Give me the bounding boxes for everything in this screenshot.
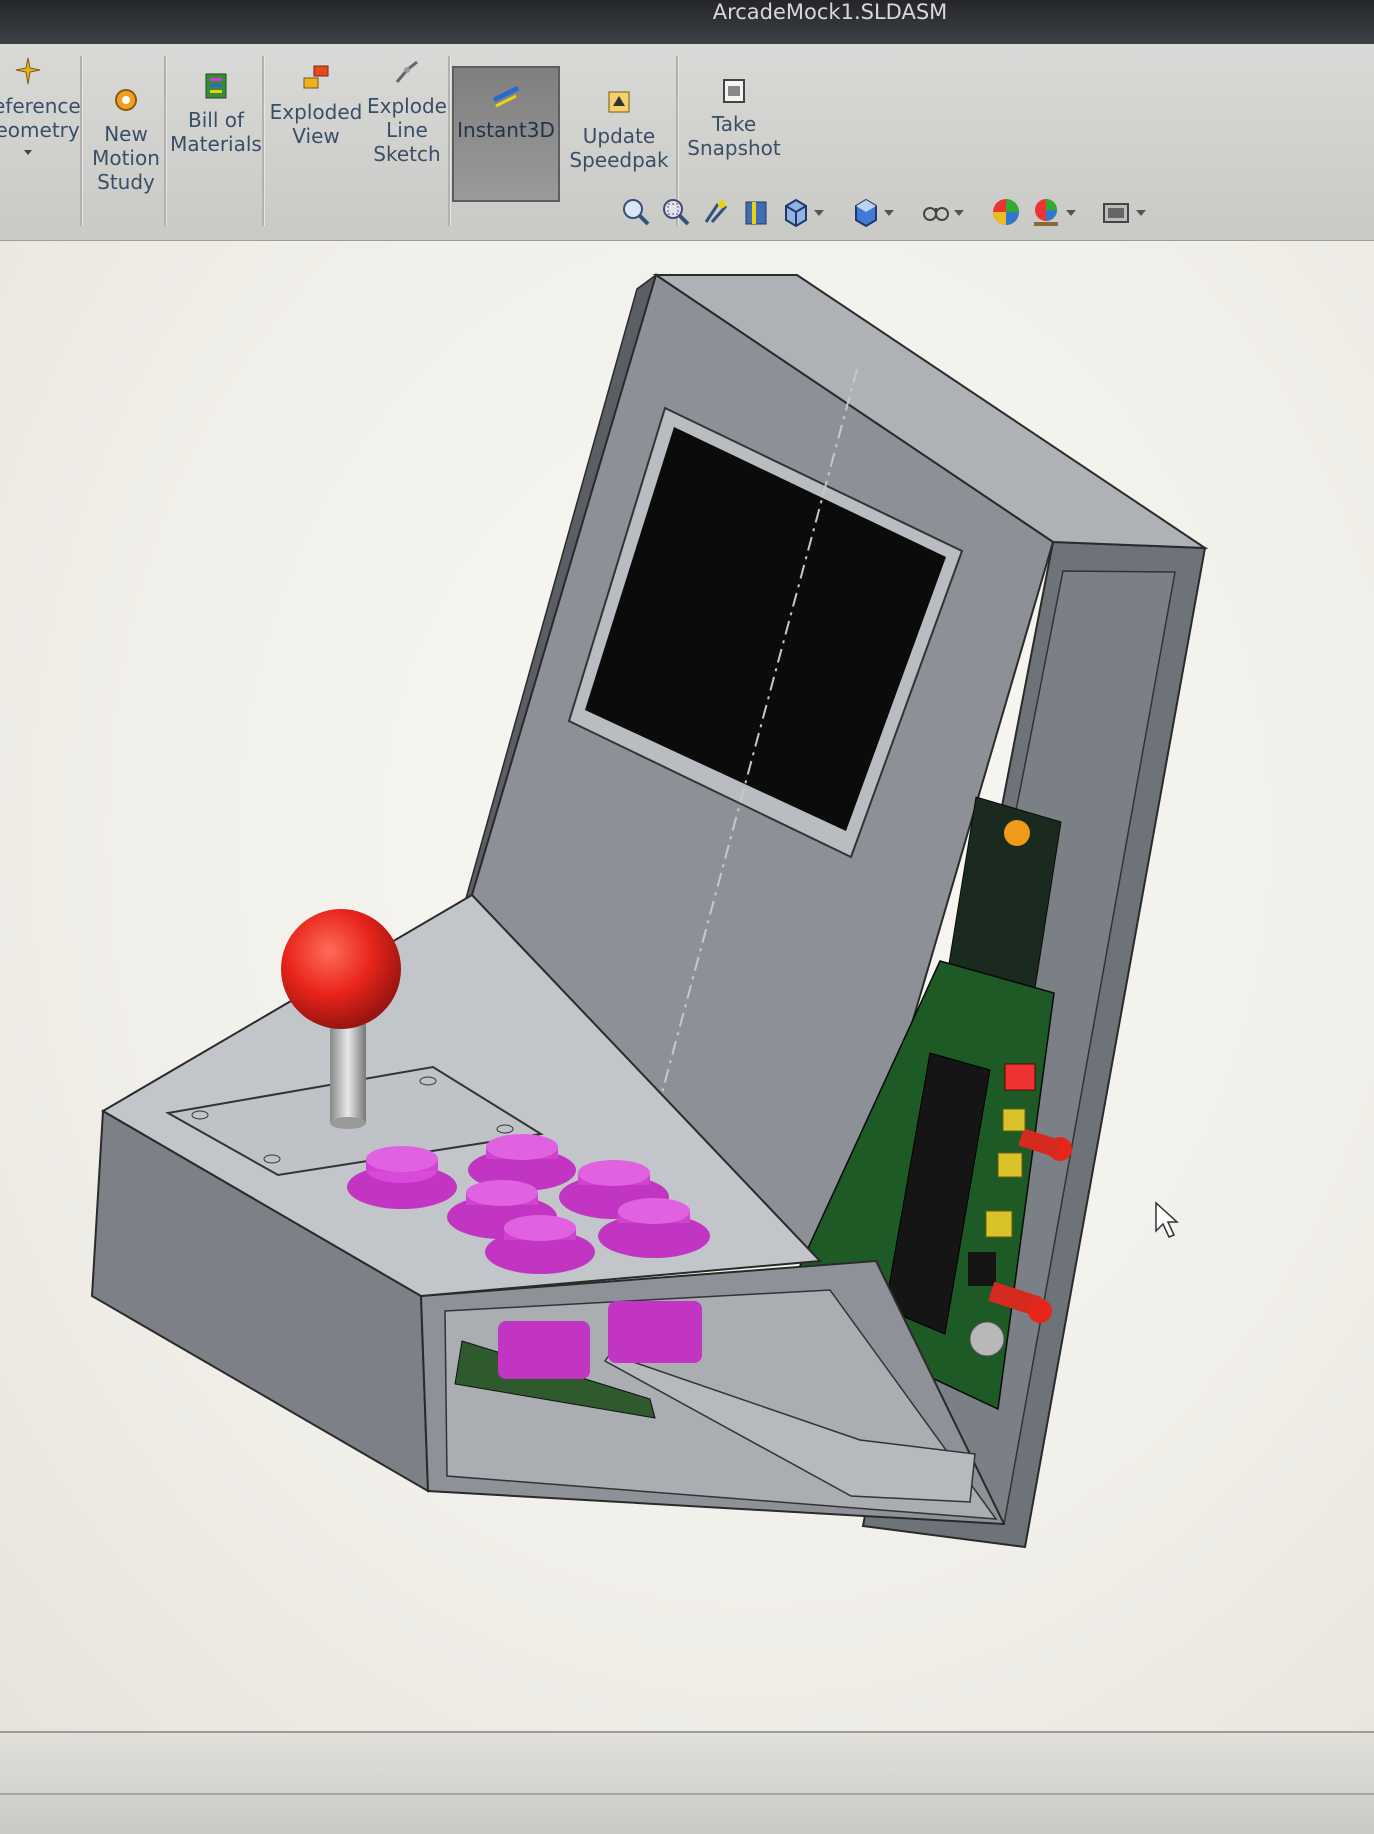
chevron-down-icon[interactable] <box>1066 210 1076 216</box>
yellow-jack-1 <box>1002 1108 1026 1132</box>
speedpak-icon <box>608 91 630 113</box>
joystick-shaft-base <box>330 1117 366 1129</box>
zoom-to-fit-icon[interactable] <box>620 196 652 228</box>
button-housing-1 <box>498 1321 590 1379</box>
reference-geometry-label: Reference Geometry <box>0 94 81 142</box>
explode-line-sketch-button[interactable]: Explode Line Sketch <box>364 44 450 234</box>
bill-of-materials-button[interactable]: Bill of Materials <box>170 58 262 248</box>
new-motion-study-button[interactable]: New Motion Study <box>86 72 166 262</box>
reference-geometry-button[interactable]: Reference Geometry <box>0 44 81 234</box>
edit-appearance-icon[interactable] <box>990 196 1022 228</box>
snapshot-icon <box>723 79 745 103</box>
ribbon-separator <box>80 56 83 226</box>
joystick-shaft <box>330 1013 366 1123</box>
bill-of-materials-label: Bill of Materials <box>170 108 262 156</box>
yellow-jack-2 <box>997 1152 1023 1178</box>
red-button-knob-2[interactable] <box>1028 1299 1052 1323</box>
apply-scene-icon[interactable] <box>1030 196 1062 228</box>
update-speedpak-label: Update Speedpak <box>569 124 669 172</box>
chevron-down-icon[interactable] <box>884 210 894 216</box>
view-settings-icon[interactable] <box>1100 196 1132 228</box>
hide-show-items-icon[interactable] <box>920 196 952 228</box>
reference-geometry-icon <box>15 57 41 85</box>
exploded-view-button[interactable]: Exploded View <box>268 50 364 240</box>
instant3d-button[interactable]: Instant3D <box>452 66 560 202</box>
chevron-down-icon[interactable] <box>954 210 964 216</box>
explode-line-sketch-icon <box>395 60 418 83</box>
display-style-icon[interactable] <box>850 196 882 228</box>
section-view-icon[interactable] <box>740 196 772 228</box>
motion-study-icon <box>115 89 137 111</box>
led-indicator <box>1004 820 1030 846</box>
black-switch <box>968 1252 996 1286</box>
red-switch-1[interactable] <box>1004 1063 1036 1091</box>
bill-of-materials-icon <box>205 73 227 99</box>
heads-up-view-toolbar <box>610 196 1170 242</box>
ribbon-separator <box>448 56 451 226</box>
graphics-area[interactable] <box>0 241 1374 1731</box>
arcade-cabinet-model[interactable] <box>0 241 1374 1731</box>
button-housing-2 <box>608 1301 702 1363</box>
joystick-ball[interactable] <box>281 909 401 1029</box>
mouse-cursor-icon <box>1155 1201 1179 1238</box>
chevron-down-icon[interactable] <box>1136 210 1146 216</box>
title-bar: ArcadeMock1.SLDASM <box>0 0 1374 44</box>
instant3d-icon <box>492 85 520 108</box>
zoom-to-area-icon[interactable] <box>660 196 692 228</box>
exploded-view-label: Exploded View <box>269 100 363 148</box>
ribbon-separator <box>262 56 265 226</box>
window-title: ArcadeMock1.SLDASM <box>712 0 948 24</box>
exploded-view-icon <box>303 65 329 89</box>
round-component <box>969 1321 1005 1357</box>
new-motion-study-label: New Motion Study <box>92 122 160 194</box>
previous-view-icon[interactable] <box>700 196 732 228</box>
view-orientation-icon[interactable] <box>780 196 812 228</box>
divider <box>0 1793 1374 1795</box>
instant3d-label: Instant3D <box>457 118 555 142</box>
ribbon-separator <box>164 56 167 226</box>
chevron-down-icon[interactable] <box>814 210 824 216</box>
explode-line-sketch-label: Explode Line Sketch <box>367 94 447 166</box>
status-bar-area <box>0 1731 1374 1834</box>
chevron-down-icon[interactable] <box>24 150 32 155</box>
yellow-jack-3 <box>985 1210 1013 1238</box>
take-snapshot-label: Take Snapshot <box>687 112 781 160</box>
